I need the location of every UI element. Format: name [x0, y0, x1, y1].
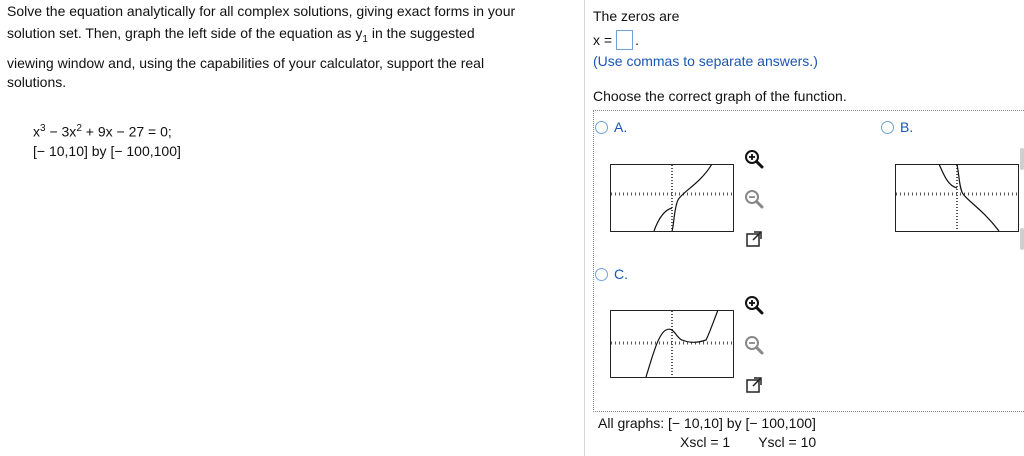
- option-a-zoom-in-icon[interactable]: [743, 148, 765, 170]
- option-c-expand-icon[interactable]: [743, 374, 765, 396]
- period: .: [635, 32, 639, 48]
- zeros-label: The zeros are: [593, 8, 680, 24]
- option-b-label: B.: [900, 119, 914, 135]
- x-answer-row: x = .: [593, 30, 639, 50]
- option-a-zoom-out-icon[interactable]: [743, 188, 765, 210]
- graph-c: [610, 310, 734, 378]
- option-b-radio[interactable]: [881, 120, 894, 134]
- x-label: x =: [593, 32, 613, 48]
- option-a[interactable]: A.: [595, 119, 627, 135]
- question-line-1: Solve the equation analytically for all …: [7, 3, 516, 19]
- question-line-2: solution set. Then, graph the left side …: [7, 25, 475, 45]
- panel-divider: [584, 0, 585, 456]
- scroll-handle-top[interactable]: [1020, 148, 1024, 170]
- option-c-zoom-out-icon[interactable]: [743, 334, 765, 356]
- graph-prompt: Choose the correct graph of the function…: [593, 88, 847, 104]
- option-b[interactable]: B.: [881, 119, 913, 135]
- footer-window: All graphs: [− 10,10] by [− 100,100]: [598, 415, 816, 431]
- zeros-answer-input[interactable]: [616, 30, 634, 50]
- option-c-zoom-in-icon[interactable]: [743, 294, 765, 316]
- graph-a: [610, 164, 734, 232]
- xscl: Xscl = 1: [680, 434, 731, 450]
- graph-footer: All graphs: [− 10,10] by [− 100,100] Xsc…: [598, 414, 816, 452]
- option-c-radio[interactable]: [595, 267, 608, 281]
- viewing-window: [− 10,10] by [− 100,100]: [33, 143, 181, 160]
- yscl: Yscl = 10: [758, 434, 817, 450]
- option-a-label: A.: [614, 119, 628, 135]
- question-text: Solve the equation analytically for all …: [7, 0, 583, 93]
- option-a-radio[interactable]: [595, 120, 608, 134]
- answer-hint: (Use commas to separate answers.): [593, 53, 818, 69]
- footer-scale: Xscl = 1 Yscl = 10: [598, 433, 816, 452]
- graph-b: [895, 164, 1019, 232]
- question-line-4: solutions.: [7, 73, 67, 90]
- answer-panel: The zeros are x = . (Use commas to separ…: [593, 0, 1024, 456]
- equation-block: x3 − 3x2 + 9x − 27 = 0; [− 10,10] by [− …: [33, 119, 583, 162]
- option-c[interactable]: C.: [595, 266, 628, 282]
- option-c-label: C.: [614, 266, 628, 282]
- equation: x3 − 3x2 + 9x − 27 = 0;: [33, 122, 172, 140]
- scroll-handle-bottom[interactable]: [1020, 228, 1024, 250]
- question-panel: Solve the equation analytically for all …: [7, 0, 583, 161]
- option-a-expand-icon[interactable]: [743, 228, 765, 250]
